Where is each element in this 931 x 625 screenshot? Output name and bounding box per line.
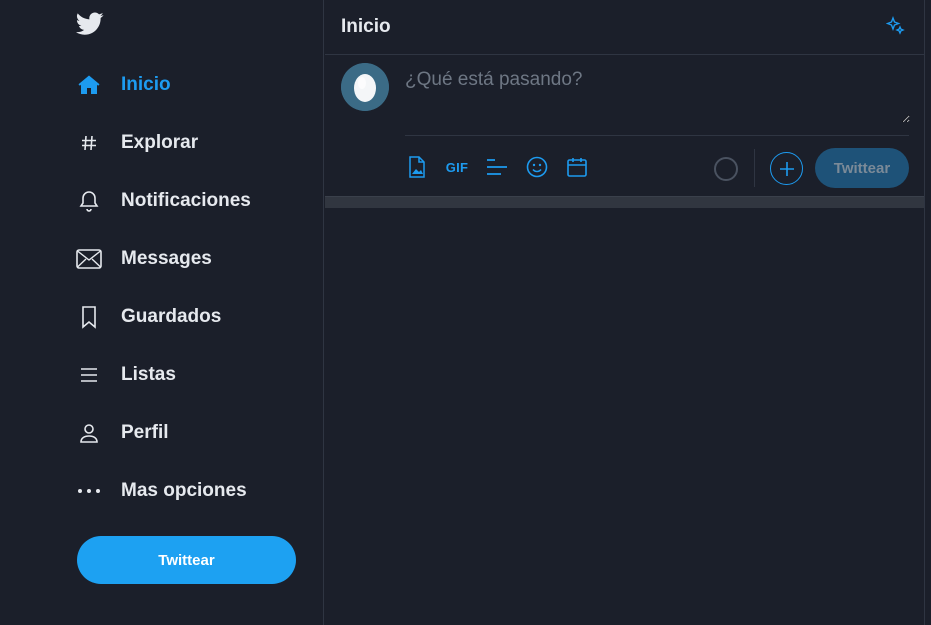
tweet-button[interactable]: Twittear [77,536,296,584]
plus-icon [779,161,794,176]
gif-button[interactable]: GIF [445,155,469,179]
sidebar-item-guardados[interactable]: Guardados [76,288,251,346]
emoji-icon[interactable] [525,155,549,179]
twitter-bird-icon[interactable] [76,12,106,38]
sidebar-item-label: Guardados [121,306,222,327]
sidebar-item-listas[interactable]: Listas [76,346,251,404]
composer-toolbar: GIF [405,155,605,179]
envelope-icon [76,246,102,272]
character-counter [714,157,738,181]
calendar-icon[interactable] [565,155,589,179]
poll-icon[interactable] [485,155,509,179]
sidebar-item-mas-opciones[interactable]: Mas opciones [76,462,251,520]
sidebar-item-label: Inicio [121,74,171,95]
home-icon [76,72,102,98]
composer-divider [405,135,909,136]
list-icon [76,362,102,388]
compose-textarea[interactable] [405,69,910,123]
sidebar-item-explorar[interactable]: Explorar [76,114,251,172]
sidebar: Inicio Explorar Notificaciones Messages [0,0,324,625]
image-icon[interactable] [405,155,429,179]
hashtag-icon [76,130,102,156]
twitter-app: Inicio Explorar Notificaciones Messages [0,0,931,625]
submit-tweet-button[interactable]: Twittear [815,148,909,188]
timeline-header: Inicio [325,0,924,55]
sidebar-item-label: Mas opciones [121,480,247,501]
sidebar-item-notificaciones[interactable]: Notificaciones [76,172,251,230]
sidebar-nav: Inicio Explorar Notificaciones Messages [76,56,251,520]
tweet-composer: GIF Twittear [325,55,924,196]
page-title: Inicio [341,16,391,37]
sidebar-item-label: Perfil [121,422,169,443]
bookmark-icon [76,304,102,330]
sidebar-item-inicio[interactable]: Inicio [76,56,251,114]
sidebar-item-perfil[interactable]: Perfil [76,404,251,462]
sidebar-item-label: Explorar [121,132,199,153]
sidebar-item-messages[interactable]: Messages [76,230,251,288]
sidebar-item-label: Messages [121,248,212,269]
bell-icon [76,188,102,214]
add-thread-button[interactable] [770,152,803,185]
sidebar-item-label: Listas [121,364,176,385]
more-dots-icon [76,478,102,504]
avatar[interactable] [341,63,389,111]
toolbar-separator [754,149,755,187]
section-separator [325,196,924,208]
main-timeline: Inicio GIF [325,0,925,625]
sidebar-item-label: Notificaciones [121,190,251,211]
person-icon [76,420,102,446]
top-tweets-sparkle-icon[interactable] [885,16,908,38]
